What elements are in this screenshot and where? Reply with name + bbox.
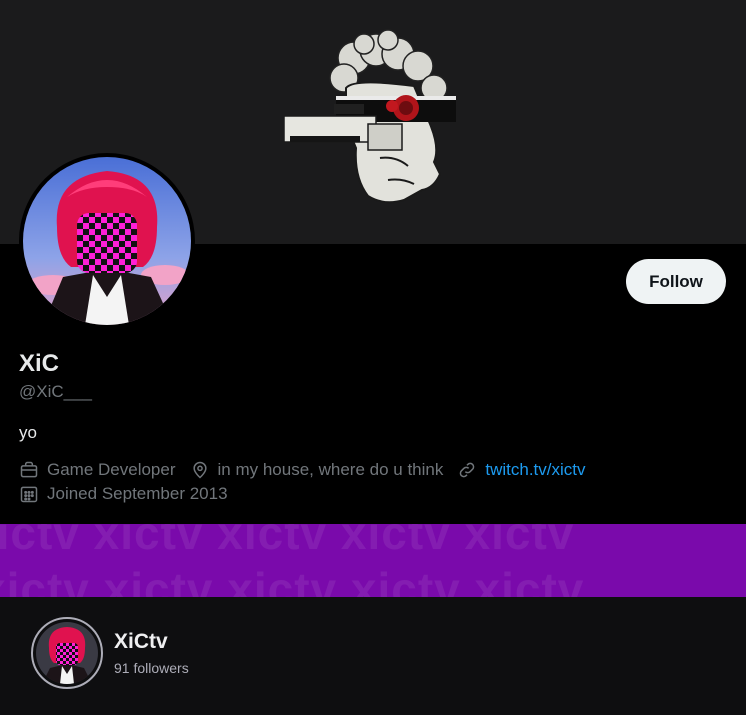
profile-meta-row: Game Developer in my house, where do u t… bbox=[19, 460, 600, 480]
joined-label: Joined September 2013 bbox=[47, 484, 228, 503]
location-item: in my house, where do u think bbox=[190, 460, 444, 480]
twitch-channel-banner: xictv xictv xictv xictv xictv xictv xict… bbox=[0, 524, 746, 597]
link-icon bbox=[460, 462, 475, 478]
briefcase-icon bbox=[20, 461, 38, 478]
website-item[interactable]: twitch.tv/xictv bbox=[457, 460, 586, 480]
profession-item: Game Developer bbox=[19, 460, 176, 480]
profile-display-name: XiC bbox=[19, 350, 60, 377]
follow-button[interactable]: Follow bbox=[626, 259, 726, 304]
channel-name[interactable]: XiCtv bbox=[114, 630, 168, 654]
channel-avatar[interactable] bbox=[31, 617, 103, 689]
banner-watermark-text: xictv xictv xictv xictv xictv bbox=[0, 524, 575, 559]
profession-label: Game Developer bbox=[47, 460, 176, 479]
profile-handle: @XiC___ bbox=[19, 382, 93, 401]
location-label: in my house, where do u think bbox=[217, 460, 444, 479]
twitch-channel-card[interactable] bbox=[0, 597, 746, 715]
banner-watermark-text: xictv xictv xictv xictv xictv bbox=[0, 563, 585, 597]
profile-joined-row: Joined September 2013 bbox=[19, 484, 242, 504]
profile-bio: yo bbox=[19, 423, 37, 442]
joined-item: Joined September 2013 bbox=[19, 484, 228, 504]
channel-avatar-image bbox=[36, 622, 98, 684]
location-pin-icon bbox=[192, 461, 207, 479]
calendar-icon bbox=[20, 486, 38, 503]
profile-avatar[interactable] bbox=[19, 153, 195, 329]
avatar-image bbox=[23, 157, 191, 325]
channel-followers-count: 91 followers bbox=[114, 660, 189, 676]
statue-head-banner-art bbox=[284, 29, 456, 204]
website-link[interactable]: twitch.tv/xictv bbox=[485, 460, 585, 480]
